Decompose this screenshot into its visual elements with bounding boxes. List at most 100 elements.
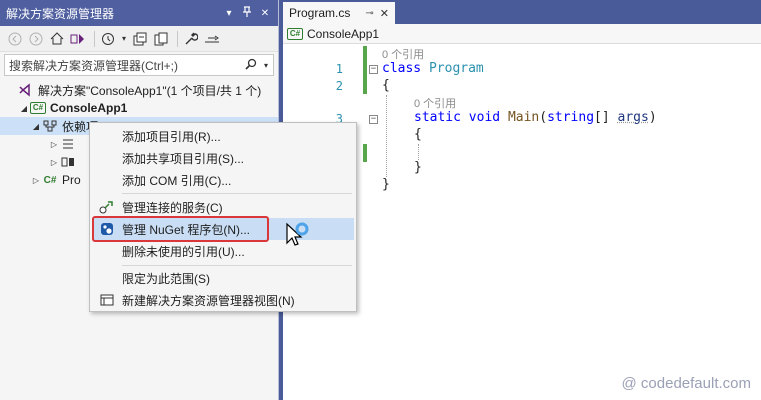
search-input[interactable]: 搜索解决方案资源管理器(Ctrl+;)	[9, 57, 243, 74]
keyword-static: static	[414, 110, 461, 125]
new-view-icon	[92, 293, 122, 307]
menu-item-add-project-reference[interactable]: 添加项目引用(R)...	[92, 125, 354, 147]
code-line: }	[382, 177, 390, 192]
fold-toggle-icon[interactable]: −	[369, 115, 378, 124]
program-label: Pro	[62, 173, 81, 187]
menu-item-label: 管理连接的服务(C)	[122, 200, 223, 215]
keyword-void: void	[468, 110, 501, 125]
keyword-string: string	[547, 110, 595, 125]
connected-services-icon	[92, 200, 122, 214]
tab-label: Program.cs	[289, 6, 351, 20]
pin-button[interactable]	[240, 5, 254, 21]
indent-guide	[386, 95, 387, 177]
toolbar-separator	[94, 30, 95, 47]
expanded-arrow-icon[interactable]: ◢	[30, 122, 42, 131]
csharp-file-icon: C#	[43, 174, 57, 186]
frameworks-icon	[60, 155, 76, 169]
tree-item-analyzers[interactable]: ▷	[48, 135, 80, 153]
collapsed-arrow-icon[interactable]: ▷	[48, 158, 60, 167]
array-brackets: []	[594, 110, 618, 125]
paren-close: )	[648, 110, 657, 125]
menu-item-label: 添加共享项目引用(S)...	[122, 151, 244, 166]
paren-open: (	[539, 110, 548, 125]
code-line: {	[382, 78, 390, 93]
tree-item-solution[interactable]: 解决方案"ConsoleApp1"(1 个项目/共 1 个)	[6, 81, 261, 99]
keyword-class: class	[382, 61, 422, 76]
analyzers-icon	[60, 137, 76, 151]
code-line: {	[414, 127, 422, 142]
expanded-arrow-icon[interactable]: ◢	[18, 104, 30, 113]
codelens-method-references[interactable]: 0 个引用	[414, 95, 456, 111]
csharp-project-icon: C#	[287, 27, 303, 40]
brace-open: {	[382, 78, 390, 93]
line-number: 2	[335, 79, 343, 93]
tree-item-project[interactable]: ◢ C# ConsoleApp1	[18, 99, 127, 117]
change-indicator-bar	[363, 46, 367, 94]
show-all-files-icon[interactable]	[152, 30, 170, 48]
menu-item-new-solution-explorer-view[interactable]: 新建解决方案资源管理器视图(N)	[92, 289, 354, 311]
properties-wrench-icon[interactable]	[182, 30, 200, 48]
mouse-cursor-icon	[286, 222, 309, 246]
solution-label: 解决方案"ConsoleApp1"(1 个项目/共 1 个)	[38, 83, 262, 98]
tree-item-frameworks[interactable]: ▷	[48, 153, 80, 171]
brace-open: {	[414, 127, 422, 142]
close-tab-icon[interactable]: ✕	[380, 7, 389, 20]
brace-close: }	[414, 160, 422, 175]
navigation-bar[interactable]: C# ConsoleApp1	[283, 24, 761, 44]
menu-item-label: 添加项目引用(R)...	[122, 129, 221, 144]
history-icon[interactable]	[99, 30, 117, 48]
menu-item-label: 添加 COM 引用(C)...	[122, 173, 232, 188]
search-options-dropdown-icon[interactable]: ▾	[259, 61, 273, 70]
indent-guide	[418, 144, 419, 160]
brace-close: }	[382, 177, 390, 192]
nav-project-label: ConsoleApp1	[307, 26, 380, 41]
watermark: @ codedefault.com	[621, 375, 751, 392]
line-number: 1	[335, 62, 343, 76]
solution-explorer-title: 解决方案资源管理器	[6, 6, 115, 21]
change-indicator-bar	[363, 144, 367, 162]
codelens-class-references[interactable]: 0 个引用	[382, 46, 424, 62]
tree-item-program[interactable]: ▷ C# Pro	[30, 171, 81, 189]
param-args: args	[617, 110, 649, 125]
code-line: class Program	[382, 61, 484, 76]
collapsed-arrow-icon[interactable]: ▷	[30, 176, 42, 185]
window-dropdown-button[interactable]: ▾	[222, 8, 236, 19]
switch-views-icon[interactable]	[69, 30, 87, 48]
pin-icon	[243, 5, 251, 17]
home-icon[interactable]	[48, 30, 66, 48]
solution-icon	[18, 83, 34, 97]
toolbar-separator	[177, 30, 178, 47]
menu-item-label: 删除未使用的引用(U)...	[122, 244, 245, 259]
type-program: Program	[428, 61, 484, 76]
menu-item-add-com-reference[interactable]: 添加 COM 引用(C)...	[92, 169, 354, 191]
back-icon[interactable]	[6, 30, 24, 48]
menu-separator	[122, 265, 352, 266]
menu-item-label: 新建解决方案资源管理器视图(N)	[122, 293, 295, 308]
collapsed-arrow-icon[interactable]: ▷	[48, 140, 60, 149]
csharp-project-icon: C#	[30, 101, 46, 115]
menu-item-scope-to-this[interactable]: 限定为此范围(S)	[92, 267, 354, 289]
menu-item-add-shared-project-reference[interactable]: 添加共享项目引用(S)...	[92, 147, 354, 169]
close-panel-button[interactable]: ✕	[258, 8, 272, 19]
tab-program-cs[interactable]: Program.cs ⊸ ✕	[283, 2, 395, 24]
menu-separator	[122, 193, 352, 194]
history-dropdown-icon[interactable]: ▾	[120, 30, 128, 48]
method-main: Main	[507, 110, 540, 125]
solution-explorer-search-box[interactable]: 搜索解决方案资源管理器(Ctrl+;) ▾	[4, 54, 274, 76]
pin-tab-icon[interactable]: ⊸	[365, 8, 373, 19]
menu-item-manage-connected-services[interactable]: 管理连接的服务(C)	[92, 196, 354, 218]
project-label: ConsoleApp1	[50, 101, 128, 115]
code-line: static void Main(string[] args)	[414, 110, 657, 125]
document-tab-strip: Program.cs ⊸ ✕	[283, 0, 761, 24]
solution-explorer-toolbar: ▾	[0, 26, 278, 52]
solution-explorer-title-bar: 解决方案资源管理器 ▾ ✕	[0, 0, 278, 26]
dependencies-context-menu: 添加项目引用(R)... 添加共享项目引用(S)... 添加 COM 引用(C)…	[89, 122, 357, 312]
search-icon[interactable]	[243, 58, 259, 73]
fold-toggle-icon[interactable]: −	[369, 65, 378, 74]
dependencies-icon	[42, 119, 58, 133]
code-line: }	[414, 160, 422, 175]
preview-selected-icon[interactable]	[203, 30, 221, 48]
collapse-all-icon[interactable]	[131, 30, 149, 48]
forward-icon[interactable]	[27, 30, 45, 48]
highlight-box	[92, 216, 269, 242]
